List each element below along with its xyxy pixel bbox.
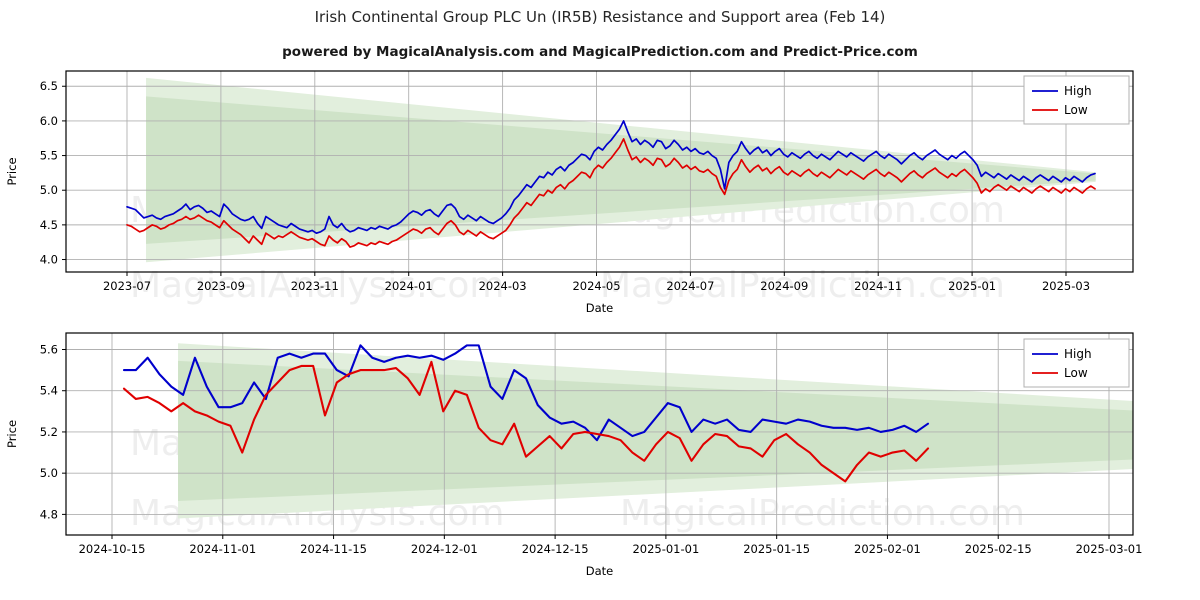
x-axis-label: Date: [586, 564, 614, 578]
y-tick-label: 5.5: [40, 149, 58, 163]
zoomed-chart: MagicalAnalysis.com MagicalPrediction.com…: [5, 332, 1143, 578]
x-tick-label: 2025-02-01: [854, 542, 921, 556]
x-tick-label: 2023-09: [197, 279, 245, 293]
page-title: Irish Continental Group PLC Un (IR5B) Re…: [314, 8, 886, 26]
y-tick-label: 5.0: [40, 466, 58, 480]
page-subtitle: powered by MagicalAnalysis.com and Magic…: [282, 44, 918, 60]
legend-label-high: High: [1064, 84, 1092, 98]
x-tick-label: 2025-03-01: [1076, 542, 1143, 556]
x-tick-label: 2023-07: [103, 279, 151, 293]
x-tick-label: 2024-12-15: [522, 542, 589, 556]
y-tick-label: 5.2: [40, 425, 58, 439]
legend-label-low: Low: [1064, 103, 1088, 117]
x-tick-label: 2024-05: [572, 279, 620, 293]
legend-label-high: High: [1064, 347, 1092, 361]
chart-legend: High Low: [1023, 75, 1130, 125]
x-tick-label: 2024-11-01: [189, 542, 256, 556]
x-tick-label: 2024-11-15: [300, 542, 367, 556]
x-tick-label: 2024-10-15: [79, 542, 146, 556]
x-tick-label: 2025-01-01: [632, 542, 699, 556]
x-axis-label: Date: [586, 301, 614, 312]
y-tick-label: 5.0: [40, 183, 58, 197]
x-tick-label: 2025-01-15: [743, 542, 810, 556]
y-tick-label: 4.8: [40, 507, 58, 521]
y-tick-label: 5.4: [40, 384, 58, 398]
x-tick-label: 2024-09: [760, 279, 808, 293]
y-axis-label: Price: [5, 420, 19, 448]
legend-label-low: Low: [1064, 366, 1088, 380]
x-tick-label: 2025-01: [948, 279, 996, 293]
x-tick-label: 2024-03: [479, 279, 527, 293]
watermark-text: MagicalPrediction.com: [620, 493, 1025, 534]
x-tick-label: 2025-02-15: [965, 542, 1032, 556]
x-tick-label: 2024-12-01: [411, 542, 478, 556]
y-tick-label: 6.0: [40, 114, 58, 128]
y-tick-label: 6.5: [40, 79, 58, 93]
y-tick-label: 4.5: [40, 218, 58, 232]
x-tick-label: 2023-11: [291, 279, 339, 293]
x-tick-label: 2024-01: [385, 279, 433, 293]
overview-chart: MagicalAnalysis.comMagicalPrediction.com…: [5, 70, 1134, 312]
chart-legend: High Low: [1023, 338, 1130, 388]
chart-page: Irish Continental Group PLC Un (IR5B) Re…: [0, 0, 1200, 600]
y-tick-label: 5.6: [40, 342, 58, 356]
x-tick-label: 2024-07: [666, 279, 714, 293]
y-tick-label: 4.0: [40, 253, 58, 267]
y-axis-label: Price: [5, 157, 19, 185]
x-tick-label: 2024-11: [854, 279, 902, 293]
x-tick-label: 2025-03: [1042, 279, 1090, 293]
